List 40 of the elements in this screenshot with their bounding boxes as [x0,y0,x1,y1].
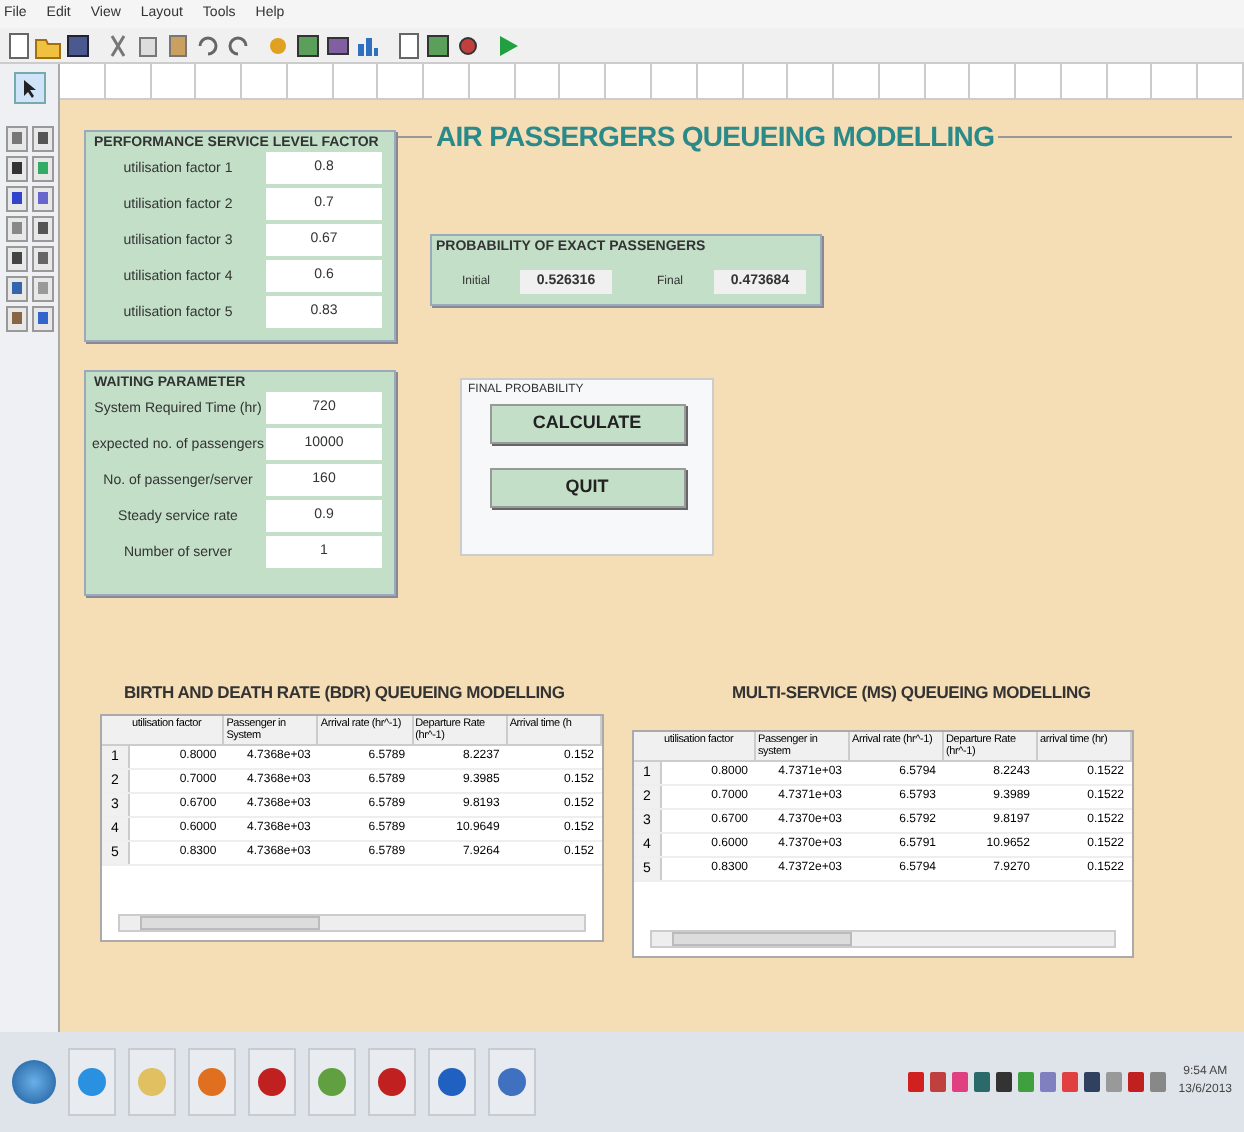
round-icon[interactable] [454,31,482,59]
app-icon [136,1066,168,1098]
square-icon[interactable] [324,31,352,59]
table-title: MULTI-SERVICE (MS) QUEUEING MODELLING [732,680,1091,706]
scroll-thumb[interactable] [672,932,852,946]
palette-tool-icon[interactable] [5,276,27,302]
palette-tool-icon[interactable] [31,306,53,332]
taskbar-app-button[interactable] [488,1048,536,1116]
palette-tool-icon[interactable] [5,156,27,182]
taskbar-app-button[interactable] [308,1048,356,1116]
taskbar-app-button[interactable] [68,1048,116,1116]
palette-tool-icon[interactable] [5,246,27,272]
app-icon [316,1066,348,1098]
app-icon [196,1066,228,1098]
table-title: BIRTH AND DEATH RATE (BDR) QUEUEING MODELLING [124,680,565,706]
taskbar-app-button[interactable] [248,1048,296,1116]
palette-tool-icon[interactable] [31,126,53,152]
app-icon [76,1066,108,1098]
app-title: AIR PASSERGERS QUEUEING MODELLING [434,118,997,156]
app-icon [256,1066,288,1098]
palette-tool-icon[interactable] [31,246,53,272]
page-icon[interactable] [394,31,422,59]
app-icon [496,1066,528,1098]
undo-icon[interactable] [194,31,222,59]
redo-icon[interactable] [224,31,252,59]
calculate-button[interactable]: CALCULATE [489,404,685,444]
page-icon[interactable] [4,31,32,59]
scroll-thumb[interactable] [140,916,320,930]
start-button[interactable] [12,1060,56,1104]
quit-button[interactable]: QUIT [489,468,685,508]
taskbar-app-button[interactable] [368,1048,416,1116]
app-icon [376,1066,408,1098]
palette-tool-icon[interactable] [5,186,27,212]
app-icon [436,1066,468,1098]
taskbar-app-button[interactable] [188,1048,236,1116]
horizontal-scrollbar[interactable] [650,930,1116,948]
horizontal-scrollbar[interactable] [118,914,586,932]
taskbar-app-button[interactable] [428,1048,476,1116]
pointer-tool-icon[interactable] [13,72,45,104]
palette-tool-icon[interactable] [31,216,53,242]
